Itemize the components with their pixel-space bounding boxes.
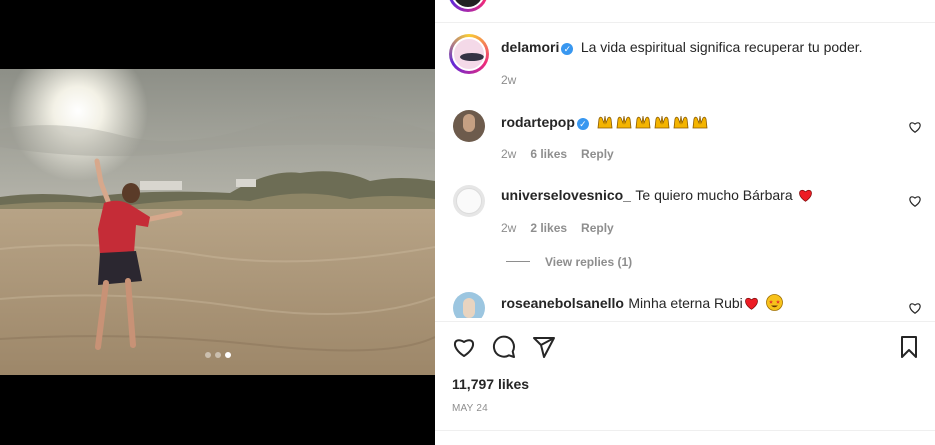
comment: rodartepop ✓ bbox=[501, 113, 710, 132]
likes-count[interactable]: 11,797 likes bbox=[452, 376, 529, 392]
save-icon[interactable] bbox=[897, 335, 921, 359]
red-heart-emoji bbox=[799, 189, 812, 202]
carousel-dot bbox=[204, 352, 211, 358]
view-replies-button[interactable]: View replies (1) bbox=[545, 255, 632, 269]
post-date: MAY 24 bbox=[452, 403, 488, 414]
author-avatar[interactable] bbox=[449, 34, 489, 74]
comment-username[interactable]: roseanebolsanello bbox=[501, 295, 624, 311]
comment: universelovesnico_ Te quiero mucho Bárba… bbox=[501, 187, 814, 205]
verified-badge-icon: ✓ bbox=[561, 43, 574, 55]
view-replies-divider bbox=[506, 261, 530, 262]
red-heart-emoji bbox=[745, 297, 758, 310]
author-username[interactable]: delamori bbox=[501, 39, 559, 55]
like-comment-heart-icon[interactable] bbox=[908, 194, 922, 208]
comment-icon[interactable] bbox=[492, 335, 516, 359]
commenter-avatar[interactable] bbox=[453, 110, 485, 142]
comment-partial: roseanebolsanello Minha eterna Rubi bbox=[435, 288, 935, 318]
commenter-avatar[interactable] bbox=[453, 292, 485, 318]
comment-text: Minha eterna Rubi bbox=[628, 295, 743, 311]
like-comment-heart-icon[interactable] bbox=[908, 120, 922, 134]
share-icon[interactable] bbox=[532, 335, 556, 359]
raising-hands-emoji bbox=[596, 114, 710, 131]
star-struck-emoji bbox=[766, 294, 784, 311]
comment-age: 2w bbox=[501, 221, 517, 235]
carousel-dot-active bbox=[224, 352, 231, 358]
comment-username[interactable]: rodartepop bbox=[501, 114, 575, 130]
comment-meta: 2w 2 likes Reply bbox=[501, 221, 614, 235]
post-photo[interactable] bbox=[0, 69, 435, 375]
comment-username[interactable]: universelovesnico_ bbox=[501, 187, 631, 203]
comment-age: 2w bbox=[501, 147, 517, 161]
comment-likes[interactable]: 2 likes bbox=[530, 221, 567, 235]
like-comment-heart-icon[interactable] bbox=[908, 301, 922, 315]
carousel-dot bbox=[214, 352, 221, 358]
comment-meta: 2w 6 likes Reply bbox=[501, 147, 614, 161]
caption: delamori ✓ La vida espiritual significa r… bbox=[501, 39, 863, 57]
verified-badge-icon: ✓ bbox=[576, 118, 589, 130]
carousel-indicator bbox=[0, 352, 435, 358]
comment-likes[interactable]: 6 likes bbox=[530, 147, 567, 161]
heart-icon[interactable] bbox=[452, 335, 476, 359]
reply-button[interactable]: Reply bbox=[581, 221, 614, 235]
commenter-avatar[interactable] bbox=[453, 185, 485, 217]
caption-age: 2w bbox=[501, 73, 517, 87]
reply-button[interactable]: Reply bbox=[581, 147, 614, 161]
comment-text: Te quiero mucho Bárbara bbox=[635, 187, 793, 203]
caption-text: La vida espiritual significa recuperar t… bbox=[580, 39, 863, 55]
post-media-pane bbox=[0, 0, 435, 444]
header-divider bbox=[435, 22, 935, 23]
footer-divider bbox=[435, 430, 935, 431]
